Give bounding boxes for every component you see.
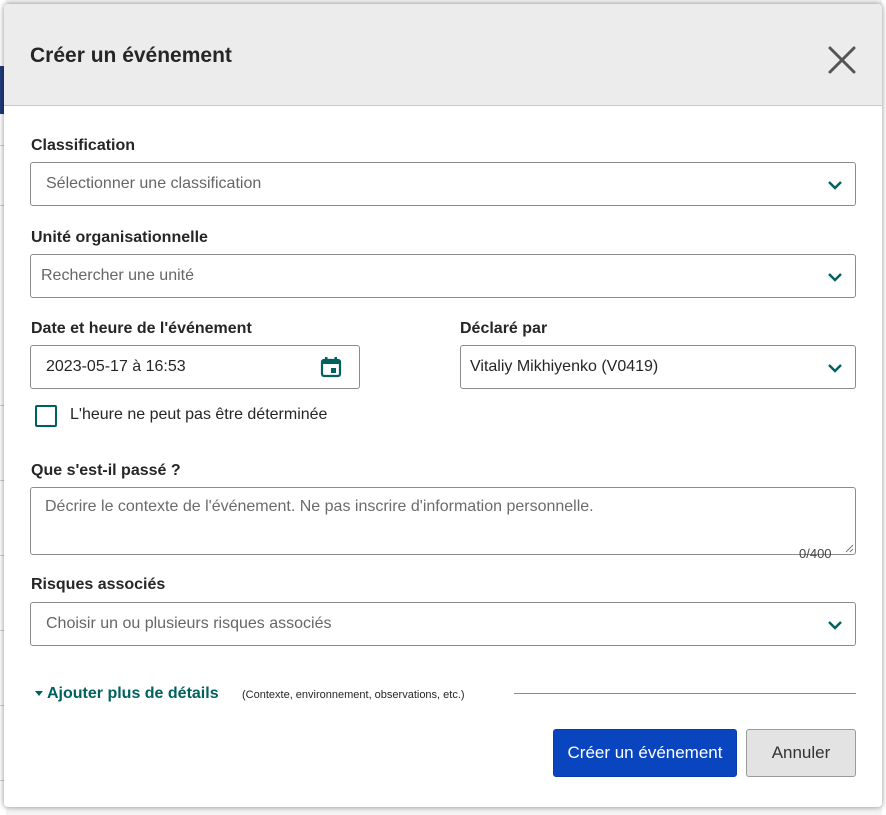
dialog-title: Créer un événement bbox=[30, 44, 232, 67]
unit-placeholder: Rechercher une unité bbox=[41, 267, 194, 284]
classification-label: Classification bbox=[31, 137, 136, 154]
more-details-divider bbox=[514, 693, 856, 694]
chevron-down-icon bbox=[828, 621, 842, 630]
event-datetime-value: 2023-05-17 à 16:53 bbox=[46, 358, 186, 375]
dialog-header: Créer un événement bbox=[4, 4, 882, 106]
close-icon bbox=[828, 46, 856, 74]
reported-by-select[interactable]: Vitaliy Mikhiyenko (V0419) bbox=[460, 345, 856, 389]
caret-down-icon[interactable] bbox=[35, 691, 43, 697]
risks-placeholder: Choisir un ou plusieurs risques associés bbox=[46, 615, 332, 632]
chevron-down-icon bbox=[828, 364, 842, 373]
risks-label: Risques associés bbox=[31, 576, 166, 593]
reported-by-value: Vitaliy Mikhiyenko (V0419) bbox=[470, 358, 659, 375]
unit-search-select[interactable]: Rechercher une unité bbox=[30, 254, 856, 298]
reported-by-label: Déclaré par bbox=[460, 320, 548, 337]
add-more-details-link[interactable]: Ajouter plus de détails bbox=[47, 685, 219, 703]
create-event-button[interactable]: Créer un événement bbox=[553, 729, 737, 777]
create-event-dialog: Créer un événement Classification Sélect… bbox=[4, 4, 882, 807]
more-details-section: Ajouter plus de détails (Contexte, envir… bbox=[30, 682, 856, 706]
risks-multiselect[interactable]: Choisir un ou plusieurs risques associés bbox=[30, 602, 856, 646]
event-datetime-input[interactable]: 2023-05-17 à 16:53 bbox=[30, 345, 360, 389]
chevron-down-icon bbox=[828, 181, 842, 190]
what-happened-textarea[interactable]: Décrire le contexte de l'événement. Ne p… bbox=[30, 487, 856, 555]
resize-handle-icon[interactable] bbox=[844, 543, 854, 553]
time-unknown-checkbox[interactable] bbox=[35, 405, 57, 427]
what-happened-label: Que s'est-il passé ? bbox=[31, 462, 181, 479]
cancel-button[interactable]: Annuler bbox=[746, 729, 856, 777]
chevron-down-icon bbox=[828, 273, 842, 282]
close-button[interactable] bbox=[822, 40, 862, 80]
classification-select[interactable]: Sélectionner une classification bbox=[30, 162, 856, 206]
background-right-edge bbox=[882, 0, 886, 815]
unit-label: Unité organisationnelle bbox=[31, 229, 208, 246]
more-details-hint: (Contexte, environnement, observations, … bbox=[242, 689, 465, 701]
time-unknown-label[interactable]: L'heure ne peut pas être déterminée bbox=[70, 406, 327, 424]
what-happened-placeholder: Décrire le contexte de l'événement. Ne p… bbox=[45, 498, 594, 515]
classification-placeholder: Sélectionner une classification bbox=[46, 175, 262, 192]
character-counter: 0/400 bbox=[799, 546, 832, 561]
event-datetime-label: Date et heure de l'événement bbox=[31, 320, 252, 337]
calendar-icon[interactable] bbox=[320, 356, 342, 378]
